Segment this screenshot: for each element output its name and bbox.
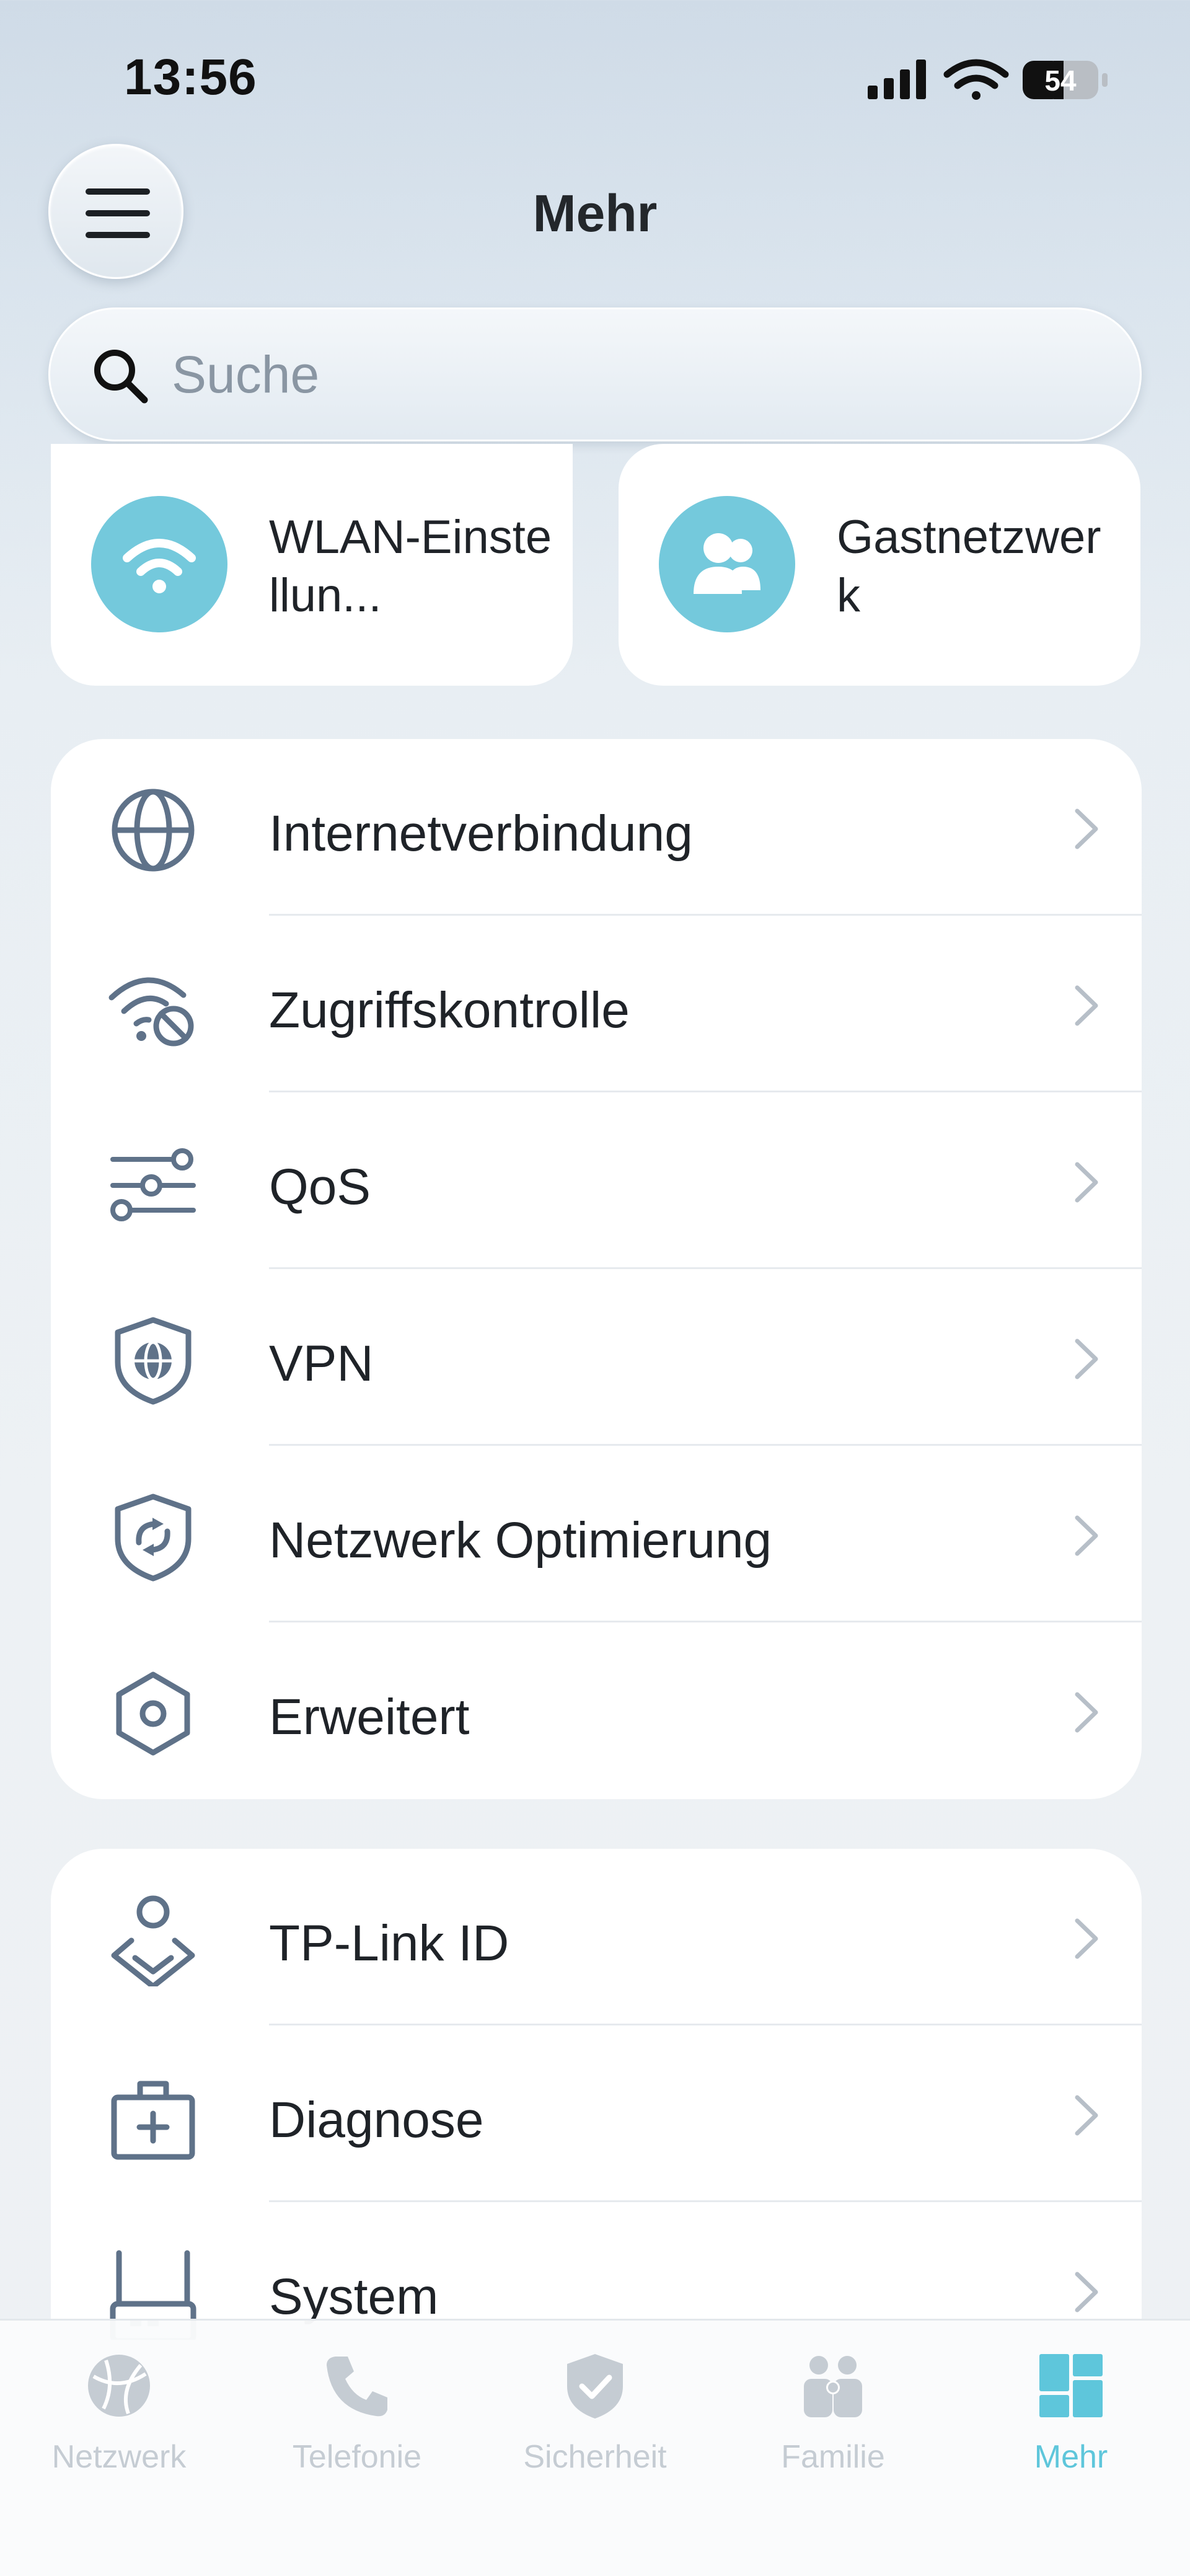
quick-card-label: WLAN-Einstellun... <box>269 511 552 622</box>
list-item-tp-link-id[interactable]: TP-Link ID <box>51 1849 1142 2025</box>
tab-mehr[interactable]: Mehr <box>952 2321 1190 2507</box>
list-item-qos[interactable]: QoS <box>51 1092 1142 1269</box>
status-bar: 13:56 54 <box>0 0 1190 143</box>
list-item-access-control[interactable]: Zugriffskontrolle <box>51 916 1142 1092</box>
wifi-block-icon <box>108 977 194 1047</box>
list-item-label: Diagnose <box>269 2092 484 2148</box>
battery-level: 54 <box>1044 64 1077 97</box>
search-bar[interactable] <box>48 308 1142 441</box>
chevron-right-icon <box>1075 1515 1098 1556</box>
chevron-right-icon <box>1075 1339 1098 1379</box>
list-item-advanced[interactable]: Erweitert <box>51 1622 1142 1799</box>
list-item-label: System <box>269 2268 439 2325</box>
chevron-right-icon <box>1075 1692 1098 1733</box>
list-item-vpn[interactable]: VPN <box>51 1269 1142 1446</box>
globe-icon <box>112 789 195 872</box>
wifi-status-icon <box>943 59 1009 100</box>
status-time: 13:56 <box>124 49 257 105</box>
page-title: Mehr <box>532 184 658 242</box>
tab-netzwerk[interactable]: Netzwerk <box>0 2321 238 2507</box>
shield-refresh-icon <box>115 1494 192 1582</box>
quick-card-label: Gastnetzwerk <box>837 511 1101 622</box>
chevron-right-icon <box>1075 808 1098 849</box>
tab-sicherheit[interactable]: Sicherheit <box>476 2321 714 2507</box>
chevron-right-icon <box>1075 2272 1098 2313</box>
list-item-label: VPN <box>269 1335 374 1392</box>
search-input[interactable] <box>172 340 1101 409</box>
list-item-diagnostics[interactable]: Diagnose <box>51 2025 1142 2202</box>
tab-label: Netzwerk <box>51 2439 187 2475</box>
guests-icon <box>694 533 760 594</box>
first-aid-kit-icon <box>111 2081 195 2160</box>
wlan-icon-circle <box>91 496 227 632</box>
phone-icon <box>327 2357 387 2417</box>
search-icon <box>94 350 148 404</box>
quick-card-wlan-settings[interactable]: WLAN-Einstellun... <box>51 444 573 686</box>
chevron-right-icon <box>1075 2095 1098 2136</box>
shield-check-icon <box>567 2354 623 2419</box>
shield-globe-icon <box>115 1317 192 1405</box>
guest-icon-circle <box>659 496 795 632</box>
person-diamond-icon <box>111 1895 195 1986</box>
cellular-signal-icon <box>868 60 926 99</box>
quick-card-guest-network[interactable]: Gastnetzwerk <box>619 444 1140 686</box>
hexagon-gear-icon <box>116 1671 190 1756</box>
list-item-label: Internetverbindung <box>269 805 693 862</box>
list-item-label: Netzwerk Optimierung <box>269 1512 772 1569</box>
battery-icon: 54 <box>1023 61 1108 99</box>
tab-telefonie[interactable]: Telefonie <box>238 2321 476 2507</box>
tab-familie[interactable]: Familie <box>714 2321 952 2507</box>
chevron-right-icon <box>1075 1918 1098 1959</box>
status-icons: 54 <box>868 55 1116 104</box>
wifi-icon <box>123 539 196 593</box>
list-item-network-optimization[interactable]: Netzwerk Optimierung <box>51 1446 1142 1622</box>
list-item-label: QoS <box>269 1159 371 1215</box>
grid-icon <box>1039 2354 1103 2417</box>
list-item-internet-connection[interactable]: Internetverbindung <box>51 739 1142 916</box>
tab-label: Sicherheit <box>523 2439 667 2475</box>
chevron-right-icon <box>1075 1162 1098 1203</box>
sliders-icon <box>110 1148 196 1221</box>
tab-label: Telefonie <box>292 2439 422 2475</box>
chevron-right-icon <box>1075 985 1098 1026</box>
tab-label: Mehr <box>1034 2439 1108 2475</box>
tab-label: Familie <box>781 2439 885 2475</box>
list-item-label: Erweitert <box>269 1689 470 1745</box>
family-icon <box>804 2356 862 2417</box>
list-item-label: TP-Link ID <box>269 1915 509 1972</box>
globe-tab-icon <box>88 2355 150 2417</box>
bottom-tab-bar: Netzwerk Telefonie Sicherheit Familie Me… <box>0 2319 1190 2576</box>
settings-list-network: Internetverbindung Zugriffskontrolle QoS… <box>51 739 1142 1799</box>
list-item-label: Zugriffskontrolle <box>269 982 630 1038</box>
